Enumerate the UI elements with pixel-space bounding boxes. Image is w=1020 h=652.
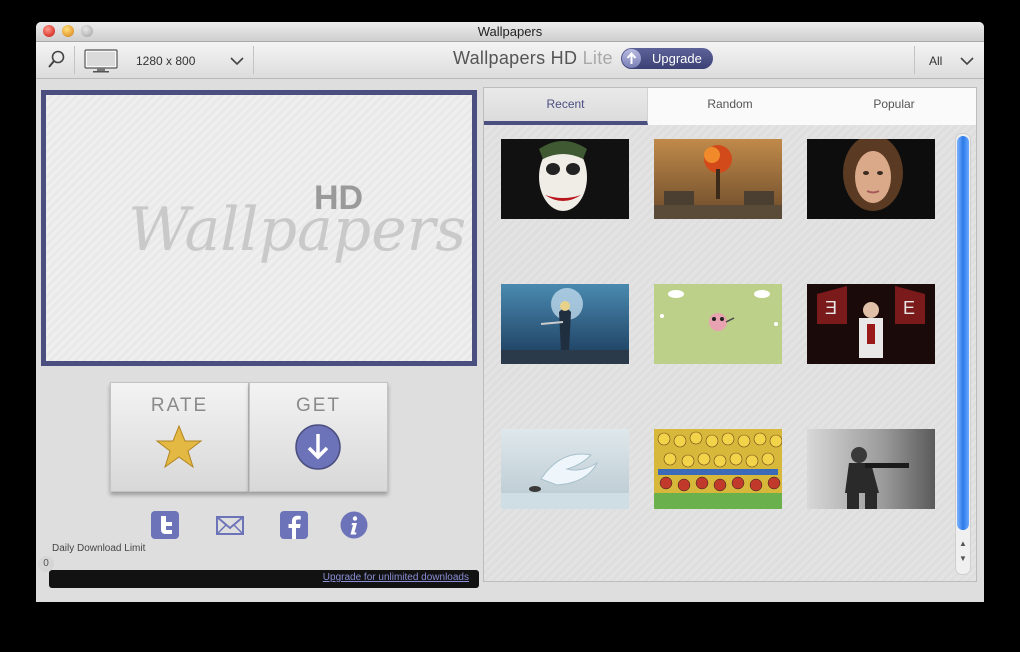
thumbnail-ice-dragon[interactable] (501, 429, 629, 509)
chevron-down-icon (230, 57, 244, 66)
thumbnail-grid: Ǝ E ▲ ▼ (484, 125, 976, 581)
app-title-edition: Lite (582, 48, 613, 68)
facebook-icon[interactable] (280, 511, 308, 539)
close-window-button[interactable] (43, 25, 55, 37)
arrow-down-icon (295, 424, 341, 470)
thumbnail-joker[interactable] (501, 139, 629, 219)
vertical-scrollbar[interactable]: ▲ ▼ (955, 133, 971, 575)
minimize-window-button[interactable] (62, 25, 74, 37)
logo-text: Wallpapers (128, 195, 467, 265)
thumbnail-cartoon-pig[interactable] (654, 284, 782, 364)
thumbnail-simpsons[interactable] (654, 429, 782, 509)
resolution-label: 1280 x 800 (136, 54, 196, 68)
star-icon (155, 424, 203, 469)
twitter-icon[interactable] (151, 511, 179, 539)
search-button[interactable] (44, 48, 68, 72)
thumbnail-rapper[interactable]: Ǝ E (807, 284, 935, 364)
scroll-up-arrow[interactable]: ▲ (957, 537, 969, 550)
filter-dropdown[interactable] (956, 50, 978, 72)
upgrade-unlimited-link[interactable]: Upgrade for unlimited downloads (323, 572, 469, 583)
toolbar-separator (914, 46, 915, 74)
search-icon (48, 50, 65, 68)
tab-bar: Recent Random Popular (484, 88, 976, 125)
rate-get-buttons: RATE GET (110, 382, 389, 492)
scroll-down-arrow[interactable]: ▼ (957, 552, 969, 565)
main-content: HD Wallpapers RATE GET Daily Download Li… (36, 79, 984, 602)
zoom-window-button[interactable] (81, 25, 93, 37)
tab-popular[interactable]: Popular (812, 88, 976, 125)
rate-button[interactable]: RATE (110, 382, 249, 492)
rate-label: RATE (150, 395, 209, 416)
app-logo: HD Wallpapers (128, 179, 466, 289)
chevron-down-icon (960, 57, 974, 66)
tab-random[interactable]: Random (648, 88, 813, 125)
wallpaper-preview: HD Wallpapers (41, 90, 477, 366)
info-icon[interactable] (340, 511, 368, 539)
upgrade-label: Upgrade (652, 51, 702, 66)
app-title-main: Wallpapers HD (453, 48, 578, 68)
thumbnail-portrait[interactable] (807, 139, 935, 219)
get-button[interactable]: GET (249, 382, 388, 492)
title-bar: Wallpapers (36, 22, 984, 42)
thumbnail-swordsman[interactable] (501, 284, 629, 364)
download-count-badge: 0 (38, 556, 54, 572)
filter-label: All (929, 54, 943, 68)
resolution-dropdown[interactable] (226, 50, 248, 72)
get-label: GET (295, 395, 342, 416)
scrollbar-thumb[interactable] (957, 136, 969, 530)
app-window: Wallpapers 1280 x 800 Wallpapers HD Lite (36, 22, 984, 602)
thumbnail-soldier[interactable] (807, 429, 935, 509)
app-title: Wallpapers HD Lite (453, 48, 613, 69)
toolbar-separator (253, 46, 254, 74)
tab-recent[interactable]: Recent (484, 88, 648, 125)
download-limit-bar: Upgrade for unlimited downloads (49, 570, 479, 588)
mail-icon[interactable] (216, 511, 244, 539)
upgrade-button[interactable]: Upgrade (621, 48, 713, 69)
monitor-icon (84, 49, 118, 73)
thumbnail-explosion[interactable] (654, 139, 782, 219)
arrow-up-icon (622, 49, 641, 68)
wallpaper-browser: Recent Random Popular Ǝ E ▲ ▼ (483, 87, 977, 582)
svg-text:E: E (903, 298, 915, 318)
daily-limit-label: Daily Download Limit (52, 543, 146, 554)
window-title: Wallpapers (477, 24, 543, 39)
svg-text:Ǝ: Ǝ (825, 298, 837, 318)
toolbar: 1280 x 800 Wallpapers HD Lite Upgrade Al… (36, 42, 984, 79)
toolbar-separator (74, 46, 75, 74)
